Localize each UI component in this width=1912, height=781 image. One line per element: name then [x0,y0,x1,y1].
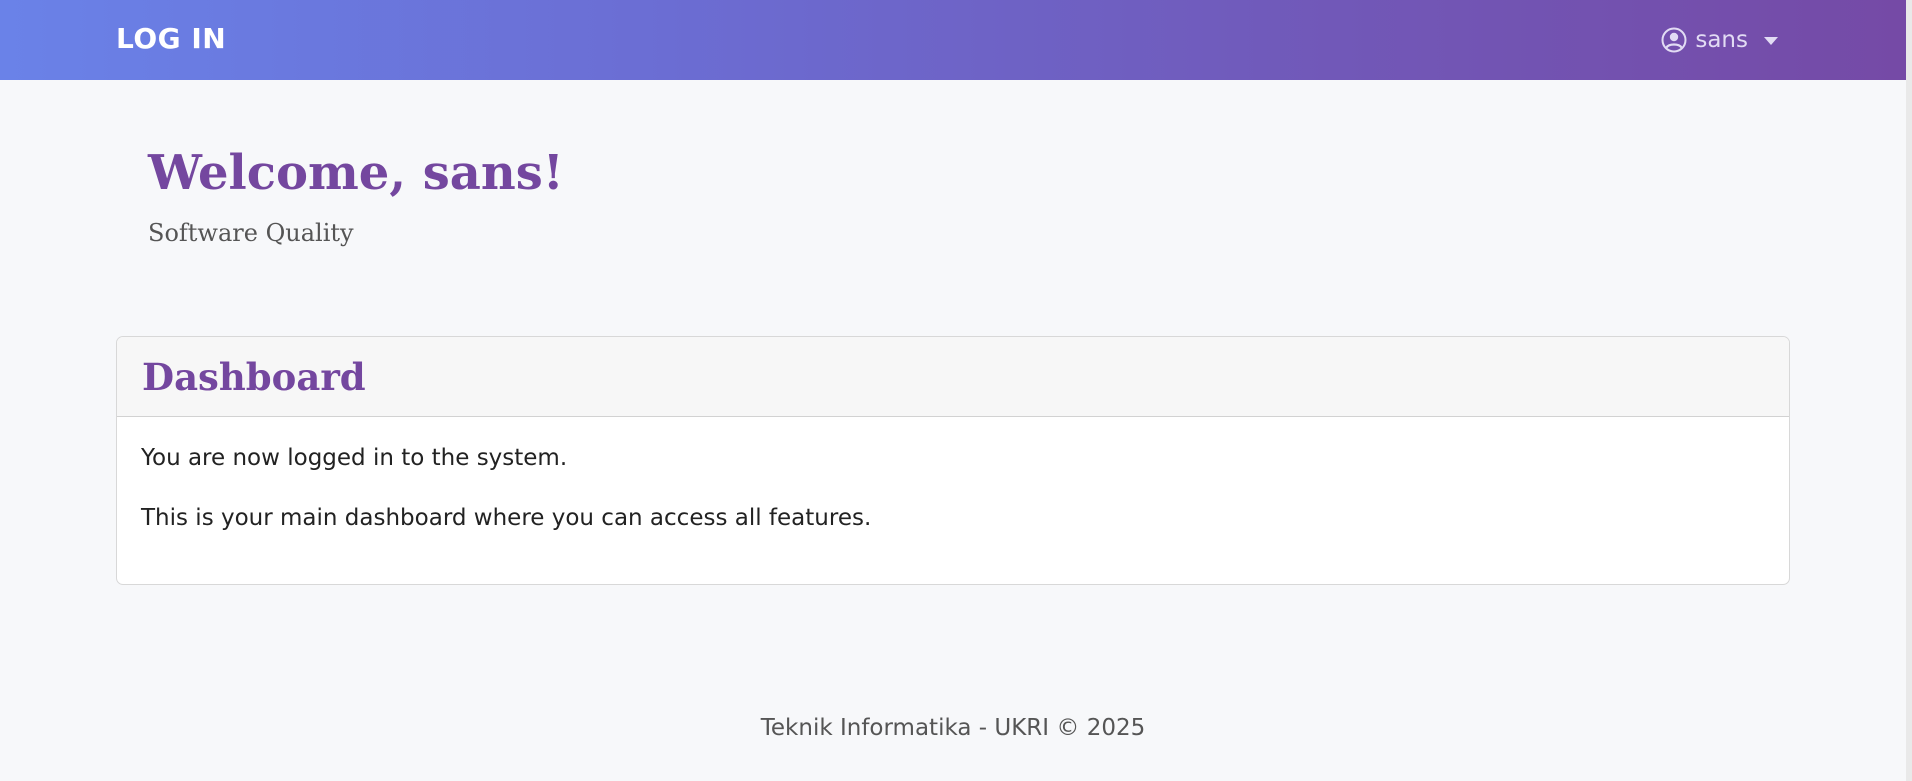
chevron-down-icon [1764,37,1778,45]
scrollbar[interactable] [1906,0,1912,781]
dashboard-card: Dashboard You are now logged in to the s… [116,336,1790,585]
user-circle-icon [1661,27,1687,53]
card-header: Dashboard [117,337,1789,417]
user-name: sans [1695,27,1748,53]
page-title: Welcome, sans! [148,145,564,201]
page: LOG IN sans Welcome, sans! Software Qual… [0,0,1912,781]
page-subtitle: Software Quality [148,219,354,247]
card-text-logged-in: You are now logged in to the system. [141,445,568,471]
top-navbar: LOG IN sans [0,0,1906,80]
user-dropdown-toggle[interactable]: sans [1661,24,1778,56]
card-text-description: This is your main dashboard where you ca… [141,504,872,531]
card-body: You are now logged in to the system. Thi… [117,417,1789,560]
footer-text: Teknik Informatika - UKRI © 2025 [760,715,1146,741]
brand-link[interactable]: LOG IN [116,22,226,55]
card-title: Dashboard [142,354,366,399]
